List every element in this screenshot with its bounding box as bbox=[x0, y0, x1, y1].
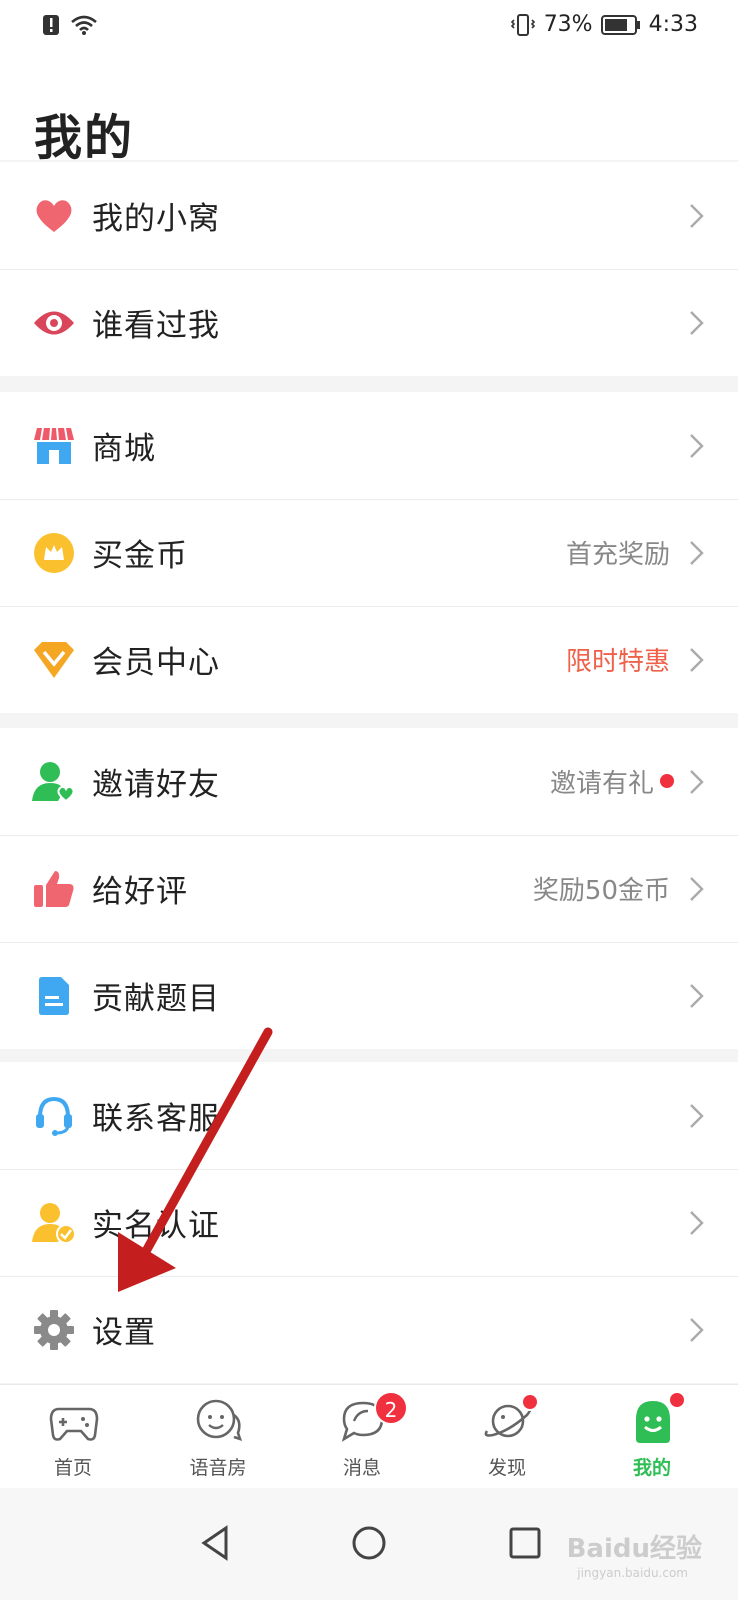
voice-chat-icon bbox=[196, 1399, 243, 1442]
menu-item-who-viewed-me[interactable]: 谁看过我 bbox=[0, 269, 738, 376]
menu-item-real-name-verification[interactable]: 实名认证 bbox=[0, 1169, 738, 1276]
tab-home[interactable]: 首页 bbox=[13, 1385, 133, 1489]
menu-item-mall[interactable]: 商城 bbox=[0, 392, 738, 499]
verified-user-icon bbox=[32, 1201, 76, 1245]
menu-item-rate-us[interactable]: 给好评 奖励50金币 bbox=[0, 835, 738, 942]
menu-item-label: 我的小窝 bbox=[92, 201, 220, 237]
gear-icon bbox=[32, 1308, 76, 1352]
chevron-right-icon bbox=[690, 433, 704, 458]
crown-coin-icon bbox=[32, 531, 76, 575]
menu-item-vip-center[interactable]: 会员中心 限时特惠 bbox=[0, 606, 738, 713]
menu-item-label: 实名认证 bbox=[92, 1208, 220, 1244]
invite-user-icon bbox=[32, 760, 76, 804]
menu-item-label: 贡献题目 bbox=[92, 981, 220, 1017]
menu-item-label: 买金币 bbox=[92, 538, 188, 574]
notification-dot bbox=[521, 1393, 539, 1411]
menu-group-2: 商城 买金币 首充奖励 会员中心 限时特惠 bbox=[0, 392, 738, 713]
menu-group-4: 联系客服 实名认证 设置 bbox=[0, 1062, 738, 1383]
gamepad-icon bbox=[49, 1407, 99, 1441]
tab-discover[interactable]: 发现 bbox=[447, 1385, 567, 1489]
tab-mine[interactable]: 我的 bbox=[592, 1385, 712, 1489]
reward-coins-text: 奖励50金币 bbox=[532, 876, 670, 906]
menu-item-settings[interactable]: 设置 bbox=[0, 1276, 738, 1383]
chevron-right-icon bbox=[690, 1103, 704, 1128]
menu-group-1: 我的小窝 谁看过我 bbox=[0, 162, 738, 376]
clock: 4:33 bbox=[648, 12, 698, 37]
chevron-right-icon bbox=[690, 540, 704, 565]
chevron-right-icon bbox=[690, 769, 704, 794]
menu-group-3: 邀请好友 邀请有礼 给好评 奖励50金币 贡献题目 bbox=[0, 728, 738, 1049]
tab-messages[interactable]: 2 消息 bbox=[302, 1385, 422, 1489]
chevron-right-icon bbox=[690, 983, 704, 1008]
limited-offer-text: 限时特惠 bbox=[565, 647, 670, 677]
status-bar: 73% 4:33 bbox=[0, 0, 738, 52]
heart-icon bbox=[32, 194, 76, 238]
tab-voice-room[interactable]: 语音房 bbox=[158, 1385, 278, 1489]
status-left bbox=[42, 14, 98, 36]
menu-item-label: 给好评 bbox=[92, 874, 188, 910]
shop-icon bbox=[32, 424, 76, 468]
menu-item-label: 联系客服 bbox=[92, 1101, 220, 1137]
menu-item-label: 设置 bbox=[92, 1315, 156, 1351]
tab-label: 语音房 bbox=[189, 1457, 247, 1479]
battery-percent: 73% bbox=[543, 12, 593, 37]
menu-item-invite-friends[interactable]: 邀请好友 邀请有礼 bbox=[0, 728, 738, 835]
chevron-right-icon bbox=[690, 876, 704, 901]
chevron-right-icon bbox=[690, 310, 704, 335]
tab-label: 首页 bbox=[53, 1457, 92, 1479]
menu-item-label: 邀请好友 bbox=[92, 767, 220, 803]
menu-item-my-nest[interactable]: 我的小窝 bbox=[0, 162, 738, 269]
page-title: 我的 bbox=[34, 110, 135, 166]
watermark-url: jingyan.baidu.com bbox=[577, 1566, 688, 1580]
menu-item-contribute-questions[interactable]: 贡献题目 bbox=[0, 942, 738, 1049]
bottom-tab-bar: 首页 语音房 2 消息 发现 我的 bbox=[0, 1384, 738, 1488]
notification-dot bbox=[668, 1391, 686, 1409]
headset-icon bbox=[32, 1094, 76, 1138]
chevron-right-icon bbox=[690, 647, 704, 672]
battery-icon bbox=[600, 14, 640, 35]
menu-item-buy-coins[interactable]: 买金币 首充奖励 bbox=[0, 499, 738, 606]
baidu-watermark: Baidu经验 bbox=[566, 1534, 702, 1564]
chevron-right-icon bbox=[690, 1210, 704, 1235]
notification-dot bbox=[660, 774, 674, 788]
chevron-right-icon bbox=[690, 203, 704, 228]
tab-label: 消息 bbox=[342, 1457, 381, 1479]
invite-gift-text: 邀请有礼 bbox=[549, 769, 654, 799]
first-recharge-reward-text: 首充奖励 bbox=[565, 540, 670, 570]
alert-icon bbox=[43, 15, 59, 35]
tab-label: 我的 bbox=[632, 1457, 671, 1479]
status-right: 73% 4:33 bbox=[510, 12, 698, 37]
recents-square-icon[interactable] bbox=[500, 1518, 550, 1568]
eye-icon bbox=[32, 301, 76, 345]
chevron-right-icon bbox=[690, 1317, 704, 1342]
diamond-icon bbox=[32, 638, 76, 682]
menu-item-customer-service[interactable]: 联系客服 bbox=[0, 1062, 738, 1169]
menu-item-label: 会员中心 bbox=[92, 645, 220, 681]
unread-count-badge: 2 bbox=[374, 1391, 408, 1425]
thumbs-up-icon bbox=[32, 867, 76, 911]
page-header: 我的 bbox=[0, 52, 738, 166]
back-triangle-icon[interactable] bbox=[190, 1518, 240, 1568]
tab-label: 发现 bbox=[487, 1457, 526, 1479]
document-icon bbox=[32, 974, 76, 1018]
wifi-icon bbox=[71, 15, 97, 35]
vibrate-icon bbox=[510, 13, 535, 36]
menu-item-label: 商城 bbox=[92, 431, 156, 467]
home-circle-icon[interactable] bbox=[344, 1518, 394, 1568]
menu-item-label: 谁看过我 bbox=[92, 308, 220, 344]
